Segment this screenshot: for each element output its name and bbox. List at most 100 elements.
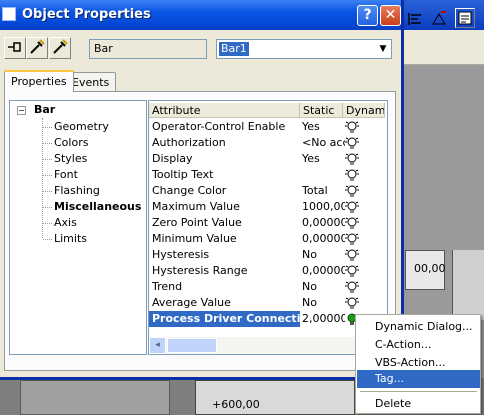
table-row-selected[interactable]: Process Driver Connection 2,00000 — [149, 311, 385, 327]
menu-item-c-action[interactable]: C-Action... — [357, 336, 480, 354]
help-button[interactable]: ? — [357, 5, 378, 26]
object-type-field: Bar — [89, 39, 207, 59]
background-toolbar — [400, 30, 484, 65]
table-row[interactable]: Average Value No — [149, 295, 385, 311]
tree-item-font[interactable]: Font — [54, 167, 78, 183]
tree-item-styles[interactable]: Styles — [54, 151, 87, 167]
attribute-name: Average Value — [152, 296, 231, 309]
copy-format-button[interactable] — [26, 37, 48, 59]
static-value[interactable]: No — [302, 295, 345, 311]
table-row[interactable]: Change Color Total — [149, 183, 385, 199]
context-menu: Dynamic Dialog... C-Action... VBS-Action… — [355, 314, 481, 414]
chevron-down-icon[interactable]: ▼ — [375, 40, 391, 58]
attribute-name: Minimum Value — [152, 232, 237, 245]
lightbulb-icon[interactable] — [345, 264, 359, 278]
menu-item-tag[interactable]: Tag... — [357, 370, 480, 388]
tree-connector — [43, 239, 52, 240]
tab-properties[interactable]: Properties — [4, 70, 74, 92]
attribute-name: Change Color — [152, 184, 227, 197]
menu-item-dynamic-dialog[interactable]: Dynamic Dialog... — [357, 318, 480, 336]
static-value[interactable]: 2,00000 — [302, 311, 345, 327]
tree-item-axis[interactable]: Axis — [54, 215, 77, 231]
static-value[interactable]: No — [302, 247, 345, 263]
properties-icon — [458, 11, 472, 25]
properties-tool-icon[interactable] — [455, 8, 475, 28]
collapse-icon[interactable]: − — [17, 106, 26, 115]
lightbulb-icon[interactable] — [345, 248, 359, 262]
tree-item-geometry[interactable]: Geometry — [54, 119, 109, 135]
table-row[interactable]: Authorization <No acc — [149, 135, 385, 151]
lightbulb-icon[interactable] — [345, 296, 359, 310]
tree-item-miscellaneous[interactable]: Miscellaneous — [54, 199, 141, 215]
lightbulb-icon[interactable] — [345, 200, 359, 214]
static-value[interactable]: 1000,00 — [302, 199, 345, 215]
tree-item-flashing[interactable]: Flashing — [54, 183, 100, 199]
scroll-thumb[interactable] — [167, 338, 217, 353]
tree-connector — [43, 143, 52, 144]
attribute-name: Display — [152, 152, 193, 165]
table-row[interactable]: Hysteresis No — [149, 247, 385, 263]
selector-row: Bar Bar1 ▼ — [0, 30, 401, 68]
static-value[interactable]: No — [302, 279, 345, 295]
dialog-titlebar[interactable]: Object Properties ? ✕ — [0, 0, 401, 30]
align-left-tool-icon[interactable] — [405, 8, 425, 28]
attribute-name: Maximum Value — [152, 200, 240, 213]
lightbulb-icon[interactable] — [345, 136, 359, 150]
table-row[interactable]: Display Yes — [149, 151, 385, 167]
static-value[interactable]: Yes — [302, 151, 345, 167]
attribute-name: Operator-Control Enable — [152, 120, 286, 133]
lightbulb-icon[interactable] — [345, 216, 359, 230]
tree-root-bar[interactable]: Bar — [34, 103, 55, 116]
static-value[interactable]: Yes — [302, 119, 345, 135]
lightbulb-icon[interactable] — [345, 120, 359, 134]
tree-connector — [43, 175, 52, 176]
tree-connector — [42, 118, 43, 238]
tree-item-colors[interactable]: Colors — [54, 135, 88, 151]
close-button[interactable]: ✕ — [380, 5, 401, 26]
lightbulb-icon[interactable] — [345, 168, 359, 182]
table-row[interactable]: Tooltip Text — [149, 167, 385, 183]
pin-icon — [8, 42, 21, 52]
pipette-paste-icon — [53, 39, 68, 54]
align-tool-icon[interactable] — [428, 8, 448, 28]
static-value[interactable]: 0,00000 — [302, 231, 345, 247]
background-value-bottom: +600,00 — [212, 398, 260, 411]
lightbulb-icon[interactable] — [345, 152, 359, 166]
attribute-name: Hysteresis Range — [152, 264, 248, 277]
paste-format-button[interactable] — [49, 37, 71, 59]
attribute-name: Zero Point Value — [152, 216, 242, 229]
lightbulb-icon[interactable] — [345, 184, 359, 198]
table-row[interactable]: Maximum Value 1000,00 — [149, 199, 385, 215]
table-row[interactable]: Zero Point Value 0,00000 — [149, 215, 385, 231]
pin-button[interactable] — [4, 37, 26, 59]
tree-connector — [43, 223, 52, 224]
background-value-right: 00,00 — [414, 262, 446, 275]
grid-header: Attribute Static Dynami — [149, 103, 385, 118]
table-row[interactable]: Minimum Value 0,00000 — [149, 231, 385, 247]
table-row[interactable]: Hysteresis Range 0,00000 — [149, 263, 385, 279]
column-header-static[interactable]: Static — [300, 103, 343, 118]
lightbulb-icon[interactable] — [345, 280, 359, 294]
horizontal-scrollbar[interactable]: ◂ — [149, 337, 385, 354]
tree-item-limits[interactable]: Limits — [54, 231, 87, 247]
menu-item-delete[interactable]: Delete — [357, 395, 480, 413]
table-row[interactable]: Trend No — [149, 279, 385, 295]
scroll-left-icon[interactable]: ◂ — [149, 337, 166, 354]
column-header-attribute[interactable]: Attribute — [149, 103, 300, 118]
background-bottom-left-box — [20, 380, 170, 415]
table-row[interactable]: Operator-Control Enable Yes — [149, 119, 385, 135]
attribute-name: Tooltip Text — [152, 168, 214, 181]
lightbulb-icon[interactable] — [345, 232, 359, 246]
object-name-dropdown[interactable]: Bar1 ▼ — [216, 39, 392, 59]
static-value[interactable]: Total — [302, 183, 345, 199]
column-header-dynamic[interactable]: Dynami — [343, 103, 385, 118]
tree-connector — [43, 159, 52, 160]
static-value[interactable]: <No acc — [302, 135, 345, 151]
background-panel-side — [452, 250, 484, 320]
attribute-name: Process Driver Connection — [149, 311, 300, 327]
static-value[interactable]: 0,00000 — [302, 215, 345, 231]
attribute-name: Hysteresis — [152, 248, 210, 261]
attribute-name: Trend — [152, 280, 183, 293]
tree-connector — [43, 191, 52, 192]
static-value[interactable]: 0,00000 — [302, 263, 345, 279]
